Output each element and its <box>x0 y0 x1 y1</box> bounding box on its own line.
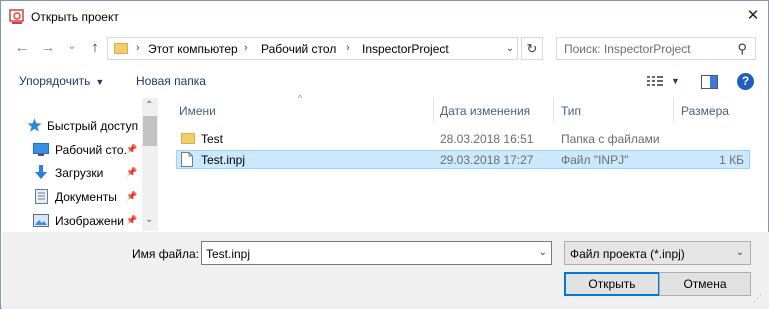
breadcrumb-separator: › <box>136 42 140 54</box>
column-header-size[interactable]: Размера <box>681 104 729 118</box>
file-icon <box>181 152 193 167</box>
filename-label: Имя файла: <box>132 247 199 261</box>
organize-menu-button[interactable]: Упорядочить ▼ <box>19 74 104 88</box>
chevron-down-icon[interactable]: ⌄ <box>539 247 547 258</box>
star-icon <box>27 118 42 132</box>
file-type: Папка с файлами <box>561 132 660 146</box>
file-size: 1 КБ <box>719 153 744 167</box>
breadcrumb-inspectorproject[interactable]: InspectorProject <box>362 42 449 56</box>
column-header-name[interactable]: Имени <box>179 104 216 118</box>
open-button[interactable]: Открыть <box>564 272 660 296</box>
view-options-icon[interactable] <box>647 75 665 88</box>
search-icon[interactable]: ⚲ <box>737 41 747 57</box>
column-divider[interactable] <box>553 98 554 122</box>
new-folder-button[interactable]: Новая папка <box>136 74 206 88</box>
download-icon <box>35 165 47 179</box>
close-icon[interactable]: ✕ <box>741 5 765 27</box>
folder-icon <box>181 133 195 144</box>
breadcrumb-desktop[interactable]: Рабочий стол <box>261 42 336 56</box>
chevron-down-icon: ▼ <box>95 77 105 87</box>
open-project-dialog: Открыть проект ✕ ← → ⌄ ↑ › Этот компьюте… <box>0 0 769 309</box>
scrollbar-thumb[interactable] <box>143 116 157 146</box>
sidebar-item-label: Документы <box>55 190 117 204</box>
breadcrumb-this-pc[interactable]: Этот компьютер <box>148 42 238 56</box>
resize-grip-icon[interactable]: ⋰ <box>753 293 762 304</box>
desktop-icon <box>33 143 49 156</box>
column-divider[interactable] <box>673 98 674 122</box>
refresh-icon[interactable]: ↻ <box>521 37 543 60</box>
back-arrow-icon[interactable]: ← <box>13 39 31 57</box>
window-title: Открыть проект <box>31 10 119 24</box>
sidebar-item-documents[interactable]: Документы 📌 <box>33 189 141 205</box>
cancel-button[interactable]: Отмена <box>659 272 751 296</box>
sidebar-item-label: Рабочий сто. <box>55 143 127 157</box>
app-icon <box>9 9 24 24</box>
address-bar[interactable]: › Этот компьютер › Рабочий стол › Inspec… <box>107 37 518 60</box>
document-icon <box>35 189 48 204</box>
sidebar-item-label: Быстрый доступ <box>47 119 139 133</box>
sidebar-item-downloads[interactable]: Загрузки 📌 <box>33 165 141 181</box>
address-dropdown-icon[interactable]: ⌄ <box>502 37 518 60</box>
filename-value: Test.inpj <box>206 247 251 261</box>
scroll-down-icon[interactable]: ⌄ <box>145 214 153 225</box>
sort-indicator-icon: ^ <box>298 93 303 103</box>
file-date: 29.03.2018 17:27 <box>440 153 534 167</box>
file-type: Файл "INPJ" <box>561 153 629 167</box>
search-input[interactable]: Поиск: InspectorProject <box>564 42 691 56</box>
sidebar-item-label: Загрузки <box>55 166 104 180</box>
sidebar-item-desktop[interactable]: Рабочий сто. 📌 <box>33 142 141 158</box>
column-divider[interactable] <box>433 98 434 122</box>
search-box[interactable]: Поиск: InspectorProject ⚲ <box>556 37 756 60</box>
chevron-down-icon[interactable]: ⌄ <box>736 247 744 258</box>
sidebar-item-quick-access[interactable]: Быстрый доступ <box>27 118 139 134</box>
recent-locations-icon[interactable]: ⌄ <box>63 37 81 55</box>
breadcrumb-separator: › <box>346 42 350 54</box>
sidebar-item-label: Изображени <box>55 214 124 228</box>
view-dropdown-icon[interactable]: ▼ <box>671 76 680 86</box>
sidebar-item-pictures[interactable]: Изображени 📌 <box>33 213 141 229</box>
pin-icon: 📌 <box>126 215 138 225</box>
folder-icon <box>114 43 128 54</box>
up-arrow-icon[interactable]: ↑ <box>86 39 104 57</box>
file-row-folder[interactable]: Test 28.03.2018 16:51 Папка с файлами <box>176 130 750 149</box>
file-type-select[interactable]: Файл проекта (*.inpj) ⌄ <box>564 241 751 265</box>
file-type-value: Файл проекта (*.inpj) <box>570 247 685 261</box>
help-icon[interactable]: ? <box>737 73 754 90</box>
file-name: Test <box>201 132 224 146</box>
file-date: 28.03.2018 16:51 <box>440 132 534 146</box>
scroll-up-icon[interactable]: ⌃ <box>145 100 153 111</box>
preview-pane-icon[interactable] <box>701 75 718 89</box>
filename-field[interactable]: Test.inpj ⌄ <box>201 241 552 265</box>
pin-icon: 📌 <box>126 191 138 201</box>
pin-icon: 📌 <box>126 167 138 177</box>
pin-icon: 📌 <box>126 144 138 154</box>
breadcrumb-separator: › <box>244 42 248 54</box>
file-row-selected[interactable]: Test.inpj 29.03.2018 17:27 Файл "INPJ" 1… <box>176 150 750 169</box>
column-header-type[interactable]: Тип <box>561 104 581 118</box>
forward-arrow-icon[interactable]: → <box>39 39 57 57</box>
image-icon <box>33 214 49 227</box>
file-name: Test.inpj <box>201 153 246 167</box>
organize-label: Упорядочить <box>19 74 91 88</box>
column-header-date[interactable]: Дата изменения <box>440 104 530 118</box>
